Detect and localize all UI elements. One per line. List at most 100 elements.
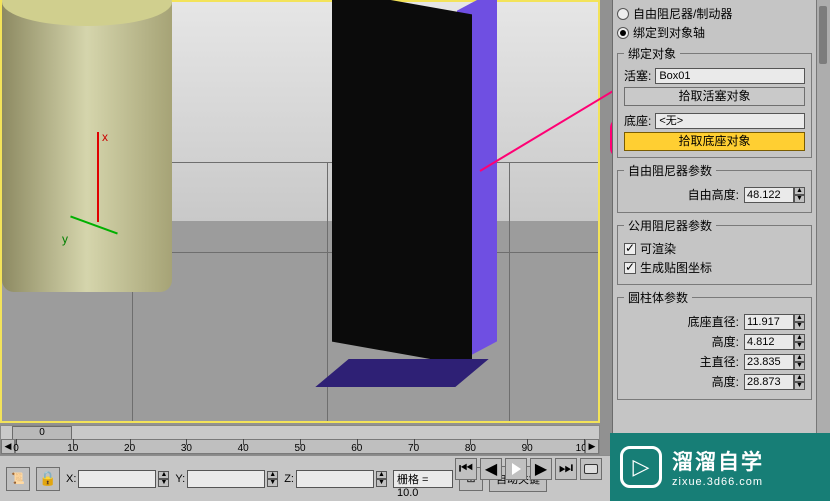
prev-frame-button[interactable]: ◀ bbox=[480, 458, 502, 480]
check-renderable[interactable]: 可渲染 bbox=[624, 240, 805, 257]
height-label: 高度: bbox=[624, 333, 739, 350]
check-gen-mapping[interactable]: 生成贴图坐标 bbox=[624, 259, 805, 276]
spinner-down-icon[interactable]: ▼ bbox=[794, 382, 805, 390]
group-bind-object: 绑定对象 活塞: Box01 拾取活塞对象 底座: <无> 拾取底座对象 bbox=[617, 45, 812, 158]
grid-field: 栅格 = 10.0 bbox=[393, 470, 453, 488]
lock-icon: 🔒 bbox=[39, 470, 56, 487]
height2-label: 高度: bbox=[624, 373, 739, 390]
viewport[interactable]: x y bbox=[0, 0, 600, 423]
script-icon: 📜 bbox=[11, 472, 25, 485]
timeline-ruler[interactable]: 0102030405060708090100 bbox=[15, 439, 585, 454]
x-input[interactable] bbox=[78, 470, 156, 488]
key-icon bbox=[584, 464, 598, 474]
x-label: X: bbox=[66, 473, 76, 485]
spinner-up-icon[interactable]: ▲ bbox=[267, 471, 278, 479]
checkbox-icon bbox=[624, 243, 636, 255]
spinner-up-icon[interactable]: ▲ bbox=[794, 374, 805, 382]
goto-end-button[interactable]: ⏭ bbox=[555, 458, 577, 480]
timeline[interactable]: 0 ◀ 0102030405060708090100 ▶ bbox=[0, 425, 600, 455]
tick-label: 80 bbox=[465, 443, 476, 454]
base-diameter-label: 底座直径: bbox=[624, 313, 739, 330]
z-label: Z: bbox=[284, 473, 294, 485]
group-legend: 绑定对象 bbox=[624, 45, 680, 62]
free-height-input[interactable] bbox=[744, 187, 794, 203]
axis-label-y: y bbox=[62, 232, 68, 246]
tick-label: 10 bbox=[67, 443, 78, 454]
height2-spinner[interactable]: ▲▼ bbox=[744, 374, 805, 390]
panel-scrollbar[interactable] bbox=[816, 0, 830, 501]
prev-frame-icon: ◀ bbox=[485, 459, 497, 479]
radio-bind-axis[interactable]: 绑定到对象轴 bbox=[617, 24, 812, 41]
watermark: ▷ 溜溜自学 zixue.3d66.com bbox=[610, 433, 830, 501]
group-free-damper: 自由阻尼器参数 自由高度: ▲▼ bbox=[617, 162, 812, 213]
coord-z: Z: ▲▼ bbox=[284, 470, 387, 488]
pick-piston-button[interactable]: 拾取活塞对象 bbox=[624, 87, 805, 106]
group-legend: 公用阻尼器参数 bbox=[624, 217, 716, 234]
tick-label: 50 bbox=[294, 443, 305, 454]
spinner-up-icon[interactable]: ▲ bbox=[794, 314, 805, 322]
group-legend: 圆柱体参数 bbox=[624, 289, 692, 306]
spinner-down-icon[interactable]: ▼ bbox=[794, 342, 805, 350]
y-label: Y: bbox=[175, 473, 185, 485]
key-mode-button[interactable] bbox=[580, 458, 602, 480]
cylinder-object[interactable] bbox=[2, 2, 172, 292]
pick-base-button[interactable]: 拾取底座对象 bbox=[624, 132, 805, 151]
main-diameter-label: 主直径: bbox=[624, 353, 739, 370]
lock-button[interactable]: 🔒 bbox=[36, 467, 60, 491]
watermark-logo-icon: ▷ bbox=[620, 446, 662, 488]
spinner-down-icon[interactable]: ▼ bbox=[158, 479, 169, 487]
main-diameter-input[interactable] bbox=[744, 354, 794, 370]
spinner-down-icon[interactable]: ▼ bbox=[376, 479, 387, 487]
next-frame-icon: ▶ bbox=[535, 459, 547, 479]
group-cylinder-params: 圆柱体参数 底座直径: ▲▼ 高度: ▲▼ 主直径: ▲▼ 高度: bbox=[617, 289, 812, 400]
next-frame-button[interactable]: ▶ bbox=[530, 458, 552, 480]
spinner-up-icon[interactable]: ▲ bbox=[376, 471, 387, 479]
timeline-right-arrow-icon[interactable]: ▶ bbox=[585, 439, 599, 454]
spinner-down-icon[interactable]: ▼ bbox=[794, 195, 805, 203]
group-legend: 自由阻尼器参数 bbox=[624, 162, 716, 179]
base-diameter-spinner[interactable]: ▲▼ bbox=[744, 314, 805, 330]
axis-label-x: x bbox=[102, 130, 108, 144]
box-object-front[interactable] bbox=[332, 0, 472, 366]
goto-start-button[interactable]: ⏮ bbox=[455, 458, 477, 480]
free-height-label: 自由高度: bbox=[624, 186, 739, 203]
play-button[interactable] bbox=[505, 458, 527, 480]
height2-input[interactable] bbox=[744, 374, 794, 390]
radio-label: 绑定到对象轴 bbox=[633, 24, 705, 41]
timeline-slider[interactable]: 0 bbox=[12, 426, 72, 440]
scrollbar-thumb[interactable] bbox=[819, 6, 827, 64]
radio-free-damper[interactable]: 自由阻尼器/制动器 bbox=[617, 5, 812, 22]
spinner-up-icon[interactable]: ▲ bbox=[794, 187, 805, 195]
main-diameter-spinner[interactable]: ▲▼ bbox=[744, 354, 805, 370]
play-icon bbox=[512, 463, 521, 475]
base-diameter-input[interactable] bbox=[744, 314, 794, 330]
base-label: 底座: bbox=[624, 112, 651, 129]
free-height-spinner[interactable]: ▲▼ bbox=[744, 187, 805, 203]
checkbox-label: 可渲染 bbox=[640, 240, 676, 257]
spinner-up-icon[interactable]: ▲ bbox=[794, 354, 805, 362]
spinner-up-icon[interactable]: ▲ bbox=[158, 471, 169, 479]
height-input[interactable] bbox=[744, 334, 794, 350]
y-input[interactable] bbox=[187, 470, 265, 488]
timeline-ticks: 0102030405060708090100 bbox=[16, 440, 584, 453]
radio-icon bbox=[617, 8, 629, 20]
height-spinner[interactable]: ▲▼ bbox=[744, 334, 805, 350]
spinner-up-icon[interactable]: ▲ bbox=[794, 334, 805, 342]
watermark-url: zixue.3d66.com bbox=[672, 476, 764, 488]
radio-icon bbox=[617, 27, 629, 39]
group-common-damper: 公用阻尼器参数 可渲染 生成贴图坐标 bbox=[617, 217, 812, 285]
axis-gizmo-x[interactable] bbox=[97, 132, 99, 222]
playback-controls: ⏮ ◀ ▶ ⏭ bbox=[455, 458, 602, 480]
tick-label: 0 bbox=[13, 443, 19, 454]
base-field: <无> bbox=[655, 113, 805, 129]
z-input[interactable] bbox=[296, 470, 374, 488]
command-panel: 自由阻尼器/制动器 绑定到对象轴 绑定对象 活塞: Box01 拾取活塞对象 底… bbox=[612, 0, 816, 483]
piston-label: 活塞: bbox=[624, 67, 651, 84]
watermark-title: 溜溜自学 bbox=[672, 446, 764, 476]
piston-field: Box01 bbox=[655, 68, 805, 84]
spinner-down-icon[interactable]: ▼ bbox=[267, 479, 278, 487]
spinner-down-icon[interactable]: ▼ bbox=[794, 322, 805, 330]
tick-label: 70 bbox=[408, 443, 419, 454]
script-button[interactable]: 📜 bbox=[6, 467, 30, 491]
spinner-down-icon[interactable]: ▼ bbox=[794, 362, 805, 370]
